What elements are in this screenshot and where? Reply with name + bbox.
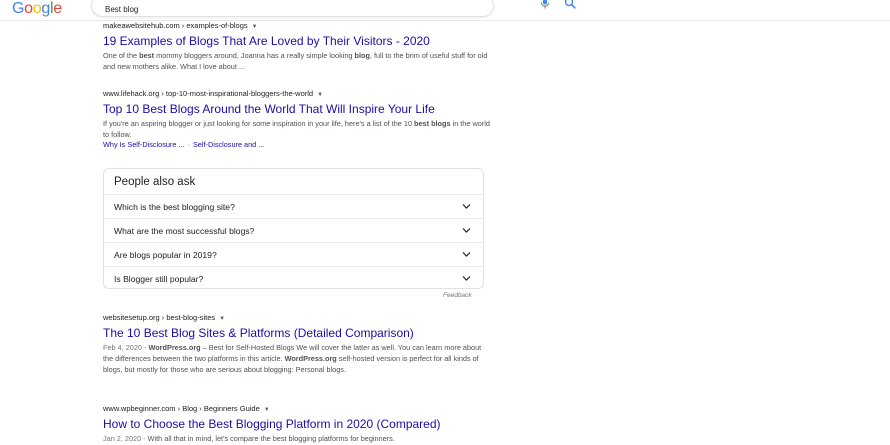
result-title[interactable]: 19 Examples of Blogs That Are Loved by T…	[103, 34, 493, 49]
mic-icon[interactable]	[540, 0, 550, 9]
search-result: makeawebsitehub.com › examples-of-blogs ▼…	[103, 21, 493, 72]
search-input[interactable]	[105, 3, 405, 15]
google-logo[interactable]: Google	[12, 0, 62, 18]
paa-question-row[interactable]: Is Blogger still popular?	[104, 266, 483, 290]
search-icon[interactable]	[564, 0, 576, 9]
result-snippet: If you're an aspiring blogger or just lo…	[103, 119, 490, 139]
result-url-text[interactable]: websitesetup.org › best-blog-sites	[103, 313, 215, 322]
logo-letter: o	[32, 0, 42, 17]
chevron-down-icon[interactable]	[462, 251, 471, 258]
search-result: www.wpbeginner.com › Blog › Beginners Gu…	[103, 404, 493, 444]
result-url[interactable]: makeawebsitehub.com › examples-of-blogs ▼	[103, 21, 493, 32]
chevron-down-icon[interactable]	[462, 227, 471, 234]
logo-letter: G	[12, 0, 25, 17]
result-title[interactable]: The 10 Best Blog Sites & Platforms (Deta…	[103, 326, 493, 341]
caret-down-icon[interactable]: ▼	[252, 22, 258, 32]
caret-down-icon[interactable]: ▼	[317, 90, 323, 100]
result-snippet-text: WordPress.org – Best for Self-Hosted Blo…	[103, 343, 482, 374]
people-also-ask-panel: People also ask Which is the best bloggi…	[103, 168, 484, 289]
header-bar: Google	[0, 0, 890, 21]
paa-question-row[interactable]: Which is the best blogging site?	[104, 194, 483, 218]
result-snippet: Feb 4, 2020 - WordPress.org – Best for S…	[103, 342, 493, 375]
paa-question-row[interactable]: What are the most successful blogs?	[104, 218, 483, 242]
result-url-text[interactable]: www.lifehack.org › top-10-most-inspirati…	[103, 89, 313, 98]
result-url[interactable]: www.wpbeginner.com › Blog › Beginners Gu…	[103, 404, 493, 415]
result-sitelinks: Why Is Self-Disclosure ... · Self-Disclosu…	[103, 140, 493, 150]
chevron-down-icon[interactable]	[462, 203, 471, 210]
caret-down-icon[interactable]: ▼	[264, 405, 270, 415]
result-snippet: One of the best mommy bloggers around, J…	[103, 51, 488, 71]
paa-question[interactable]: Which is the best blogging site?	[114, 202, 235, 213]
sitelink-separator: ·	[187, 140, 190, 149]
result-snippet-text: With all that in mind, let's compare the…	[147, 434, 395, 443]
sitelink[interactable]: Self-Disclosure and ...	[193, 140, 264, 149]
logo-letter: e	[53, 0, 62, 17]
result-url[interactable]: websitesetup.org › best-blog-sites ▼	[103, 313, 493, 324]
paa-question[interactable]: Is Blogger still popular?	[114, 274, 203, 285]
people-also-ask-title: People also ask	[114, 176, 196, 188]
result-snippet: Jan 2, 2020 - With all that in mind, let…	[103, 433, 493, 444]
paa-question[interactable]: What are the most successful blogs?	[114, 226, 254, 237]
result-url-text[interactable]: www.wpbeginner.com › Blog › Beginners Gu…	[103, 404, 260, 413]
paa-question-row[interactable]: Are blogs popular in 2019?	[104, 242, 483, 266]
result-title[interactable]: Top 10 Best Blogs Around the World That …	[103, 102, 493, 117]
logo-letter: o	[24, 0, 33, 17]
caret-down-icon[interactable]: ▼	[219, 314, 225, 324]
logo-letter: g	[41, 0, 50, 17]
feedback-link[interactable]: Feedback	[443, 292, 472, 299]
result-date: Jan 2, 2020	[103, 434, 142, 443]
result-date: Feb 4, 2020	[103, 343, 142, 352]
paa-question[interactable]: Are blogs popular in 2019?	[114, 250, 217, 261]
search-result: www.lifehack.org › top-10-most-inspirati…	[103, 89, 493, 150]
result-title[interactable]: How to Choose the Best Blogging Platform…	[103, 417, 493, 432]
result-url[interactable]: www.lifehack.org › top-10-most-inspirati…	[103, 89, 493, 100]
chevron-down-icon[interactable]	[462, 275, 471, 282]
sitelink[interactable]: Why Is Self-Disclosure ...	[103, 140, 185, 149]
search-result: websitesetup.org › best-blog-sites ▼ The …	[103, 313, 493, 375]
result-url-text[interactable]: makeawebsitehub.com › examples-of-blogs	[103, 21, 248, 30]
search-box[interactable]	[91, 0, 576, 17]
